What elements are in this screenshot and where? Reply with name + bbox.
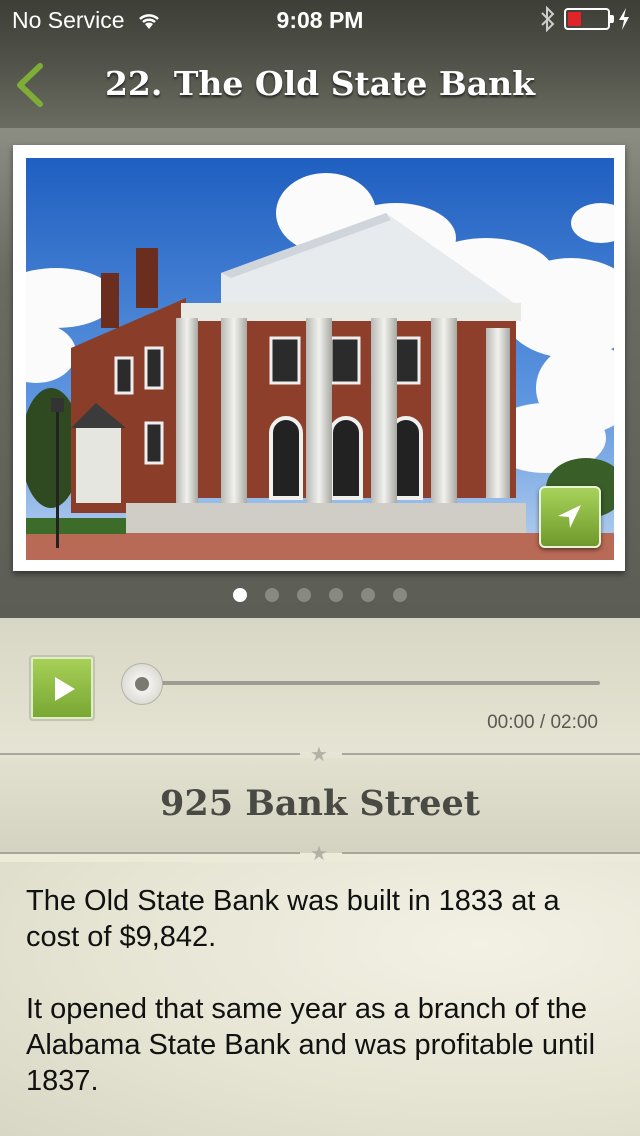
- battery-level: [568, 12, 581, 26]
- page-title: 22. The Old State Bank: [104, 64, 536, 103]
- charging-bolt-icon: [619, 8, 629, 30]
- page-dot[interactable]: [265, 588, 279, 602]
- page-dot[interactable]: [297, 588, 311, 602]
- directions-button[interactable]: [539, 486, 601, 548]
- building-photo[interactable]: [26, 158, 614, 560]
- photo-frame: [13, 145, 625, 571]
- divider-bottom: ★: [0, 841, 640, 865]
- play-button[interactable]: [29, 655, 95, 721]
- photo-gallery[interactable]: [0, 128, 640, 618]
- address-label: 925 Bank Street: [160, 783, 480, 824]
- page-indicator[interactable]: [0, 588, 640, 602]
- page-dot[interactable]: [393, 588, 407, 602]
- location-arrow-icon: [558, 505, 581, 528]
- status-right: [540, 6, 630, 32]
- audio-player: 00:00 / 02:00: [0, 618, 640, 758]
- description-text: The Old State Bank was built in 1833 at …: [26, 883, 616, 1135]
- description-paragraph: The Old State Bank was built in 1833 at …: [26, 885, 560, 953]
- battery-icon: [564, 8, 614, 30]
- back-button[interactable]: [12, 62, 48, 108]
- bluetooth-icon: [541, 6, 555, 32]
- audio-scrubber-knob[interactable]: [121, 663, 163, 705]
- top-bar: No Service 9:08 PM 22. The Old State Ban…: [0, 0, 640, 128]
- play-icon: [55, 677, 75, 701]
- status-bar: No Service 9:08 PM: [0, 0, 640, 40]
- star-icon: ★: [310, 742, 328, 766]
- page-dot[interactable]: [233, 588, 247, 602]
- audio-time-readout: 00:00 / 02:00: [487, 712, 598, 733]
- description-paragraph: It opened that same year as a branch of …: [26, 993, 596, 1097]
- divider-top: ★: [0, 742, 640, 766]
- audio-progress-track[interactable]: [148, 681, 600, 685]
- page-dot[interactable]: [361, 588, 375, 602]
- page-dot[interactable]: [329, 588, 343, 602]
- chevron-left-icon: [17, 63, 43, 107]
